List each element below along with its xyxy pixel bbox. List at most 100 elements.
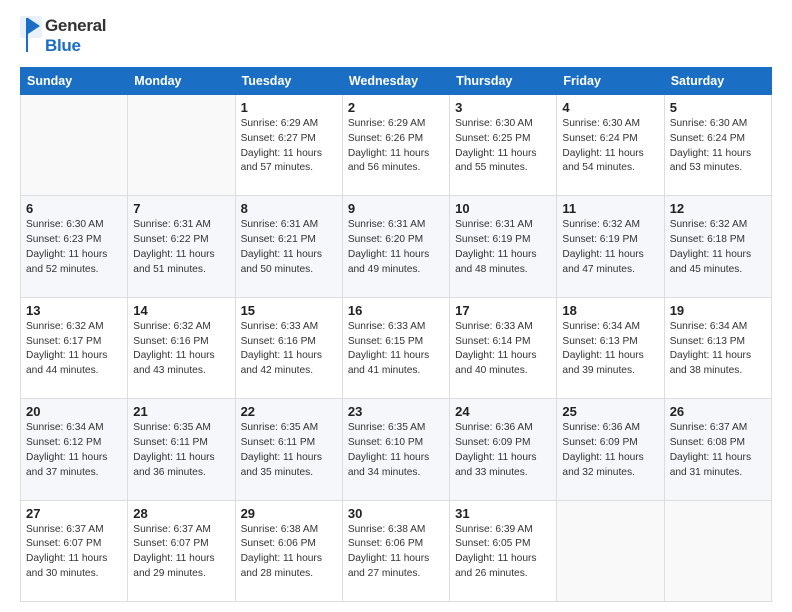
day-number: 26 bbox=[670, 404, 766, 419]
calendar-cell: 26 Sunrise: 6:37 AM Sunset: 6:08 PM Dayli… bbox=[664, 399, 771, 500]
calendar-cell: 17 Sunrise: 6:33 AM Sunset: 6:14 PM Dayli… bbox=[450, 297, 557, 398]
day-info: Sunrise: 6:35 AM Sunset: 6:11 PM Dayligh… bbox=[241, 421, 337, 480]
calendar-cell bbox=[21, 95, 128, 196]
weekday-header-cell: Saturday bbox=[664, 68, 771, 95]
logo: General Blue bbox=[20, 16, 106, 55]
day-number: 31 bbox=[455, 506, 551, 521]
calendar-cell: 4 Sunrise: 6:30 AM Sunset: 6:24 PM Daylig… bbox=[557, 95, 664, 196]
day-number: 10 bbox=[455, 201, 551, 216]
calendar-cell: 28 Sunrise: 6:37 AM Sunset: 6:07 PM Dayli… bbox=[128, 500, 235, 601]
calendar-week-row: 1 Sunrise: 6:29 AM Sunset: 6:27 PM Daylig… bbox=[21, 95, 772, 196]
calendar-cell: 10 Sunrise: 6:31 AM Sunset: 6:19 PM Dayli… bbox=[450, 196, 557, 297]
day-number: 15 bbox=[241, 303, 337, 318]
day-info: Sunrise: 6:31 AM Sunset: 6:19 PM Dayligh… bbox=[455, 218, 551, 277]
calendar-cell: 15 Sunrise: 6:33 AM Sunset: 6:16 PM Dayli… bbox=[235, 297, 342, 398]
calendar-cell: 2Sunrise: 6:29 AM Sunset: 6:26 PM Daylig… bbox=[342, 95, 449, 196]
calendar-cell: 5 Sunrise: 6:30 AM Sunset: 6:24 PM Daylig… bbox=[664, 95, 771, 196]
calendar-cell: 9Sunrise: 6:31 AM Sunset: 6:20 PM Daylig… bbox=[342, 196, 449, 297]
calendar-week-row: 6 Sunrise: 6:30 AM Sunset: 6:23 PM Daylig… bbox=[21, 196, 772, 297]
day-number: 16 bbox=[348, 303, 444, 318]
header: General Blue bbox=[20, 16, 772, 55]
day-info: Sunrise: 6:35 AM Sunset: 6:11 PM Dayligh… bbox=[133, 421, 229, 480]
day-info: Sunrise: 6:38 AM Sunset: 6:06 PM Dayligh… bbox=[241, 523, 337, 582]
calendar-cell: 31 Sunrise: 6:39 AM Sunset: 6:05 PM Dayli… bbox=[450, 500, 557, 601]
calendar-cell: 19 Sunrise: 6:34 AM Sunset: 6:13 PM Dayli… bbox=[664, 297, 771, 398]
day-info: Sunrise: 6:31 AM Sunset: 6:20 PM Dayligh… bbox=[348, 218, 444, 277]
calendar-cell: 7 Sunrise: 6:31 AM Sunset: 6:22 PM Daylig… bbox=[128, 196, 235, 297]
day-info: Sunrise: 6:32 AM Sunset: 6:19 PM Dayligh… bbox=[562, 218, 658, 277]
page: General Blue SundayMondayTuesdayWednesda… bbox=[0, 0, 792, 612]
calendar-cell: 12 Sunrise: 6:32 AM Sunset: 6:18 PM Dayli… bbox=[664, 196, 771, 297]
calendar-cell: 6 Sunrise: 6:30 AM Sunset: 6:23 PM Daylig… bbox=[21, 196, 128, 297]
day-number: 22 bbox=[241, 404, 337, 419]
day-info: Sunrise: 6:37 AM Sunset: 6:07 PM Dayligh… bbox=[133, 523, 229, 582]
day-number: 3 bbox=[455, 100, 551, 115]
day-info: Sunrise: 6:30 AM Sunset: 6:24 PM Dayligh… bbox=[562, 117, 658, 176]
logo-container: General Blue bbox=[20, 16, 106, 55]
day-info: Sunrise: 6:34 AM Sunset: 6:13 PM Dayligh… bbox=[670, 320, 766, 379]
day-info: Sunrise: 6:32 AM Sunset: 6:17 PM Dayligh… bbox=[26, 320, 122, 379]
calendar-cell: 21 Sunrise: 6:35 AM Sunset: 6:11 PM Dayli… bbox=[128, 399, 235, 500]
day-number: 27 bbox=[26, 506, 122, 521]
day-number: 2 bbox=[348, 100, 444, 115]
logo-text: General Blue bbox=[45, 16, 106, 55]
day-info: Sunrise: 6:31 AM Sunset: 6:21 PM Dayligh… bbox=[241, 218, 337, 277]
weekday-header-cell: Monday bbox=[128, 68, 235, 95]
day-number: 18 bbox=[562, 303, 658, 318]
day-info: Sunrise: 6:33 AM Sunset: 6:14 PM Dayligh… bbox=[455, 320, 551, 379]
day-info: Sunrise: 6:37 AM Sunset: 6:08 PM Dayligh… bbox=[670, 421, 766, 480]
calendar-cell: 20 Sunrise: 6:34 AM Sunset: 6:12 PM Dayli… bbox=[21, 399, 128, 500]
calendar-week-row: 13 Sunrise: 6:32 AM Sunset: 6:17 PM Dayli… bbox=[21, 297, 772, 398]
day-info: Sunrise: 6:35 AM Sunset: 6:10 PM Dayligh… bbox=[348, 421, 444, 480]
day-number: 5 bbox=[670, 100, 766, 115]
calendar-cell: 30Sunrise: 6:38 AM Sunset: 6:06 PM Dayli… bbox=[342, 500, 449, 601]
day-number: 29 bbox=[241, 506, 337, 521]
calendar-cell: 13 Sunrise: 6:32 AM Sunset: 6:17 PM Dayli… bbox=[21, 297, 128, 398]
day-info: Sunrise: 6:30 AM Sunset: 6:23 PM Dayligh… bbox=[26, 218, 122, 277]
day-number: 13 bbox=[26, 303, 122, 318]
day-info: Sunrise: 6:36 AM Sunset: 6:09 PM Dayligh… bbox=[562, 421, 658, 480]
day-number: 6 bbox=[26, 201, 122, 216]
calendar-cell: 8Sunrise: 6:31 AM Sunset: 6:21 PM Daylig… bbox=[235, 196, 342, 297]
calendar-cell bbox=[557, 500, 664, 601]
day-number: 19 bbox=[670, 303, 766, 318]
calendar-cell: 23Sunrise: 6:35 AM Sunset: 6:10 PM Dayli… bbox=[342, 399, 449, 500]
day-info: Sunrise: 6:32 AM Sunset: 6:18 PM Dayligh… bbox=[670, 218, 766, 277]
day-info: Sunrise: 6:39 AM Sunset: 6:05 PM Dayligh… bbox=[455, 523, 551, 582]
weekday-header-cell: Thursday bbox=[450, 68, 557, 95]
calendar-cell: 29 Sunrise: 6:38 AM Sunset: 6:06 PM Dayli… bbox=[235, 500, 342, 601]
weekday-header-cell: Sunday bbox=[21, 68, 128, 95]
day-info: Sunrise: 6:33 AM Sunset: 6:15 PM Dayligh… bbox=[348, 320, 444, 379]
logo-general: General bbox=[45, 16, 106, 36]
day-info: Sunrise: 6:29 AM Sunset: 6:27 PM Dayligh… bbox=[241, 117, 337, 176]
weekday-header-cell: Tuesday bbox=[235, 68, 342, 95]
day-number: 21 bbox=[133, 404, 229, 419]
day-number: 4 bbox=[562, 100, 658, 115]
day-number: 28 bbox=[133, 506, 229, 521]
weekday-header-cell: Friday bbox=[557, 68, 664, 95]
day-number: 7 bbox=[133, 201, 229, 216]
day-info: Sunrise: 6:31 AM Sunset: 6:22 PM Dayligh… bbox=[133, 218, 229, 277]
logo-flag-icon bbox=[20, 16, 42, 54]
day-info: Sunrise: 6:38 AM Sunset: 6:06 PM Dayligh… bbox=[348, 523, 444, 582]
day-info: Sunrise: 6:30 AM Sunset: 6:24 PM Dayligh… bbox=[670, 117, 766, 176]
day-info: Sunrise: 6:33 AM Sunset: 6:16 PM Dayligh… bbox=[241, 320, 337, 379]
calendar-cell: 18Sunrise: 6:34 AM Sunset: 6:13 PM Dayli… bbox=[557, 297, 664, 398]
day-info: Sunrise: 6:37 AM Sunset: 6:07 PM Dayligh… bbox=[26, 523, 122, 582]
calendar-week-row: 20 Sunrise: 6:34 AM Sunset: 6:12 PM Dayli… bbox=[21, 399, 772, 500]
calendar-table: SundayMondayTuesdayWednesdayThursdayFrid… bbox=[20, 67, 772, 602]
calendar-cell: 11 Sunrise: 6:32 AM Sunset: 6:19 PM Dayli… bbox=[557, 196, 664, 297]
day-info: Sunrise: 6:36 AM Sunset: 6:09 PM Dayligh… bbox=[455, 421, 551, 480]
day-number: 25 bbox=[562, 404, 658, 419]
day-info: Sunrise: 6:34 AM Sunset: 6:12 PM Dayligh… bbox=[26, 421, 122, 480]
calendar-cell bbox=[128, 95, 235, 196]
day-number: 1 bbox=[241, 100, 337, 115]
day-number: 24 bbox=[455, 404, 551, 419]
calendar-cell: 16 Sunrise: 6:33 AM Sunset: 6:15 PM Dayli… bbox=[342, 297, 449, 398]
calendar-cell: 3 Sunrise: 6:30 AM Sunset: 6:25 PM Daylig… bbox=[450, 95, 557, 196]
day-number: 17 bbox=[455, 303, 551, 318]
day-number: 11 bbox=[562, 201, 658, 216]
day-number: 12 bbox=[670, 201, 766, 216]
day-info: Sunrise: 6:30 AM Sunset: 6:25 PM Dayligh… bbox=[455, 117, 551, 176]
day-number: 20 bbox=[26, 404, 122, 419]
